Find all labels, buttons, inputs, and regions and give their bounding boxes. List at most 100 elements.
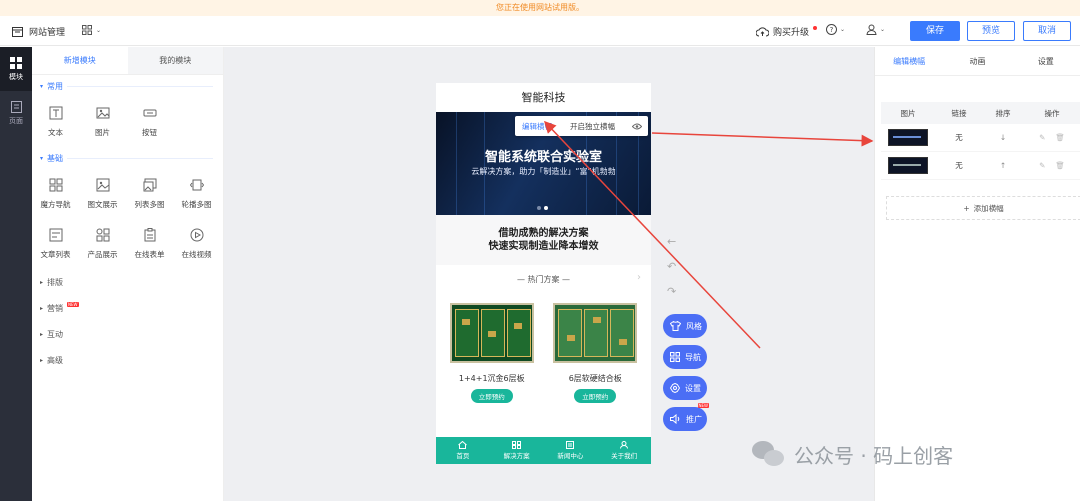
app-grid-menu[interactable]: ⌄ (82, 25, 101, 35)
tile-label: 在线表单 (134, 250, 165, 259)
speaker-icon (670, 414, 680, 424)
add-banner-button[interactable]: + 添加横幅 (886, 196, 1080, 220)
tile-carousel[interactable]: 轮播多图 (173, 169, 220, 219)
user-icon (866, 24, 877, 35)
undo-icon[interactable]: ↶ (667, 260, 676, 273)
top-toolbar: 网站管理 ⌄ 购买升级 ? ⌄ ⌄ 保存 预览 取消 (0, 16, 1080, 46)
float-label: 设置 (685, 383, 701, 393)
user-menu[interactable]: ⌄ (866, 24, 885, 35)
sort-down-icon[interactable]: ↓ (983, 133, 1023, 142)
wechat-logo-icon (752, 440, 786, 469)
nav-modules[interactable]: 模块 (0, 47, 32, 91)
product-name: 1+4+1沉金6层板 (458, 374, 525, 383)
redo-icon[interactable]: ↷ (667, 285, 676, 298)
button-icon (143, 109, 156, 117)
help-menu[interactable]: ? ⌄ (826, 24, 845, 35)
nav-pages[interactable]: 页面 (0, 91, 32, 135)
style-float-button[interactable]: 风格 (663, 314, 707, 338)
arrow-left-icon[interactable]: ← (667, 235, 676, 248)
tile-online-video[interactable]: 在线视频 (173, 219, 220, 269)
tab-settings[interactable]: 设置 (1012, 47, 1080, 75)
nav-float-button[interactable]: 导航 (663, 345, 707, 369)
section-advanced[interactable]: ▸ 高级 (32, 347, 223, 373)
pcb-image (449, 303, 534, 363)
product-icon (96, 228, 109, 242)
tile-online-form[interactable]: 在线表单 (126, 219, 173, 269)
section-layout[interactable]: ▸ 排版 (32, 269, 223, 295)
edit-icon[interactable]: ✎ (1039, 161, 1045, 170)
home-icon (458, 441, 468, 449)
slogan-line-2: 快速实现制造业降本增效 (488, 241, 599, 252)
plus-icon: + (963, 203, 970, 213)
tab-my-modules[interactable]: 我的模块 (127, 47, 223, 74)
section-common-label: 常用 (47, 81, 64, 91)
edit-icon[interactable]: ✎ (1039, 133, 1045, 142)
tab-about[interactable]: 关于我们 (597, 437, 651, 464)
tab-label: 首页 (456, 452, 470, 460)
product-card[interactable]: 1+4+1沉金6层板 立即预约 (444, 303, 540, 403)
save-button[interactable]: 保存 (910, 21, 960, 41)
help-icon: ? (826, 24, 837, 35)
form-icon (144, 228, 155, 242)
promote-float-button[interactable]: 推广 NEW (663, 403, 709, 431)
float-label: 风格 (686, 321, 702, 331)
tile-image-text[interactable]: 图文展示 (79, 169, 126, 219)
section-marketing[interactable]: ▸ 营销 NEW (32, 295, 223, 321)
tab-edit-banner[interactable]: 编辑横幅 (875, 47, 943, 75)
tab-solutions[interactable]: 解决方案 (490, 437, 544, 464)
caret-right-icon: ▸ (40, 356, 44, 364)
site-manage-button[interactable]: 网站管理 (12, 25, 65, 38)
col-image: 图片 (900, 108, 916, 118)
buy-upgrade-button[interactable]: 购买升级 (756, 25, 818, 38)
section-basic[interactable]: ▾ 基础 (32, 147, 223, 169)
play-icon (190, 228, 203, 242)
image-text-icon (96, 178, 109, 192)
settings-float-button[interactable]: 设置 (663, 376, 707, 400)
tab-news[interactable]: 新闻中心 (544, 437, 598, 464)
edit-banner-link[interactable]: 编辑横幅 (522, 121, 552, 132)
banner-pagination[interactable] (537, 206, 548, 210)
tile-label: 按钮 (142, 128, 157, 137)
tab-home[interactable]: 首页 (436, 437, 490, 464)
book-now-button[interactable]: 立即预约 (574, 389, 617, 403)
link-value[interactable]: 无 (935, 132, 983, 143)
tab-new-modules[interactable]: 新增模块 (32, 47, 128, 74)
banner-module[interactable]: 智能系统联合实验室 云解决方案，助力「制造业」“富”机勃勃 编辑横幅 开启独立横… (436, 112, 651, 215)
trash-icon[interactable]: 🗑 (1055, 161, 1065, 170)
link-value[interactable]: 无 (935, 160, 983, 171)
section-marketing-label: 营销 (47, 303, 64, 313)
section-common[interactable]: ▾ 常用 (32, 75, 223, 97)
product-card[interactable]: 6层软硬结合板 立即预约 (548, 303, 644, 403)
site-manage-label: 网站管理 (29, 28, 66, 38)
tile-image[interactable]: 图片 (79, 97, 126, 147)
banner-thumbnail[interactable] (888, 129, 928, 146)
banner-title: 智能系统联合实验室 (484, 150, 602, 165)
browser-icon (12, 26, 23, 37)
tile-label: 文章列表 (40, 250, 71, 259)
book-now-button[interactable]: 立即预约 (470, 389, 513, 403)
sort-up-icon[interactable]: ↑ (983, 161, 1023, 170)
chevron-right-icon[interactable]: › (637, 272, 641, 283)
tile-magic-nav[interactable]: 魔方导航 (32, 169, 79, 219)
section-interactive[interactable]: ▸ 互动 (32, 321, 223, 347)
tile-label: 轮播多图 (181, 200, 212, 209)
bottom-tabbar: 首页 解决方案 新闻中心 关于我们 (436, 437, 651, 464)
eye-icon[interactable] (632, 123, 642, 130)
table-row: 无 ↑ ✎ 🗑 (881, 152, 1080, 180)
slogan-line-1: 借助成熟的解决方案 (498, 228, 589, 239)
tile-product[interactable]: 产品展示 (79, 219, 126, 269)
tile-text[interactable]: 文本 (32, 97, 79, 147)
preview-button[interactable]: 预览 (967, 21, 1015, 41)
trash-icon[interactable]: 🗑 (1055, 133, 1065, 142)
tab-animation[interactable]: 动画 (943, 47, 1011, 75)
product-list: 1+4+1沉金6层板 立即预约 6层软硬结合板 立即预约 (436, 293, 651, 403)
carousel-icon (189, 179, 204, 191)
gear-icon (670, 383, 680, 393)
user-icon (620, 441, 629, 449)
tile-article-list[interactable]: 文章列表 (32, 219, 79, 269)
tile-button[interactable]: 按钮 (126, 97, 173, 147)
tile-list-gallery[interactable]: 列表多图 (126, 169, 173, 219)
banner-thumbnail[interactable] (888, 157, 928, 174)
independent-banner-link[interactable]: 开启独立横幅 (570, 121, 615, 132)
cancel-button[interactable]: 取消 (1023, 21, 1071, 41)
